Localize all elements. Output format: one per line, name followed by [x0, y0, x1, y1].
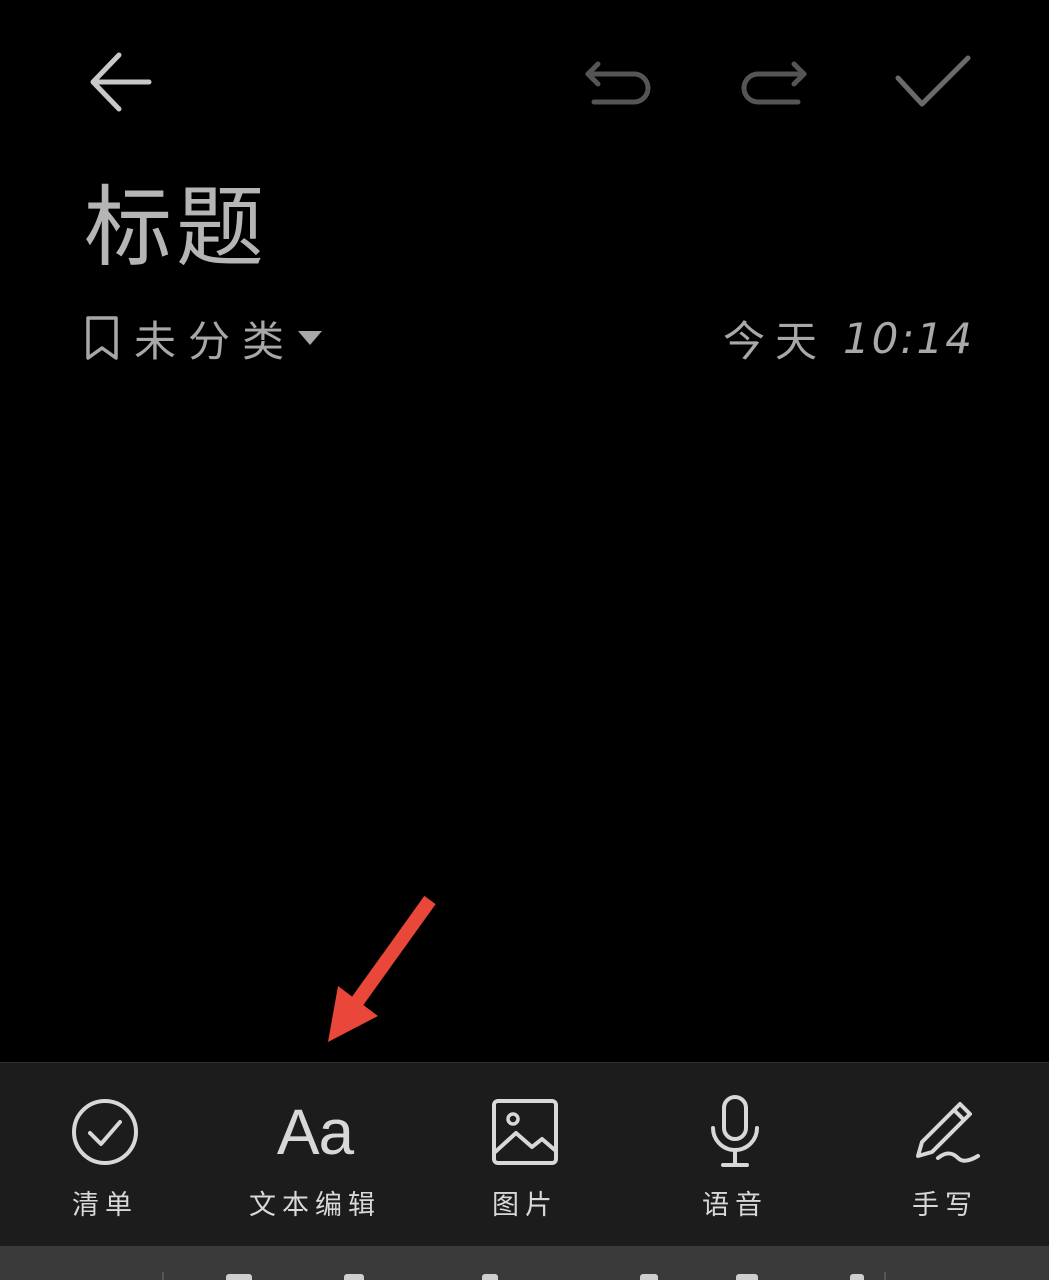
keyboard-key-edge: [344, 1274, 364, 1280]
redo-icon: [741, 61, 807, 105]
top-bar: [0, 0, 1049, 170]
arrow-left-icon: [90, 52, 152, 112]
pen-icon: [916, 1102, 980, 1163]
image-icon: [492, 1099, 558, 1165]
keyboard-key-edge: [640, 1274, 658, 1280]
keyboard-key-edge: [736, 1274, 758, 1280]
note-title[interactable]: 标题: [84, 176, 268, 280]
voice-button[interactable]: 语音: [670, 1063, 800, 1247]
text-edit-label: 文本编辑: [249, 1190, 381, 1221]
keyboard-key-edge: [482, 1274, 498, 1280]
keyboard-separator: [162, 1272, 164, 1280]
keyboard-top-edge: [0, 1246, 1049, 1280]
category-label: 未分类: [134, 316, 297, 366]
text-edit-button[interactable]: Aa 文本编辑: [230, 1063, 400, 1247]
done-button[interactable]: [886, 46, 978, 118]
checklist-button[interactable]: 清单: [40, 1063, 170, 1247]
category-selector[interactable]: 未分类: [84, 306, 324, 370]
handwriting-button[interactable]: 手写: [880, 1063, 1010, 1247]
keyboard-key-edge: [226, 1274, 252, 1280]
image-label: 图片: [492, 1190, 558, 1221]
note-timestamp: 今天 10:14: [723, 306, 974, 370]
annotation-arrow-icon: [328, 895, 436, 1042]
bottom-toolbar: 清单 Aa 文本编辑 图片 语音 手写: [0, 1062, 1049, 1247]
undo-button[interactable]: [574, 48, 660, 118]
text-format-icon: Aa: [276, 1096, 354, 1168]
handwriting-label: 手写: [912, 1190, 978, 1221]
bookmark-icon: [86, 316, 118, 360]
note-meta-row: 未分类 今天 10:14: [84, 306, 974, 370]
timestamp-day: 今天: [722, 316, 827, 366]
redo-button[interactable]: [732, 48, 818, 118]
timestamp-time: 10:14: [842, 313, 974, 363]
check-icon: [895, 55, 971, 107]
keyboard-key-edge: [850, 1274, 864, 1280]
voice-label: 语音: [702, 1190, 768, 1221]
dropdown-triangle-icon: [298, 331, 323, 345]
note-body-editor[interactable]: [0, 380, 1049, 1060]
undo-icon: [585, 61, 651, 105]
microphone-icon: [711, 1095, 759, 1167]
keyboard-separator: [884, 1272, 886, 1280]
image-button[interactable]: 图片: [460, 1063, 590, 1247]
check-circle-icon: [72, 1099, 138, 1165]
back-button[interactable]: [78, 42, 162, 122]
checklist-label: 清单: [72, 1190, 138, 1221]
